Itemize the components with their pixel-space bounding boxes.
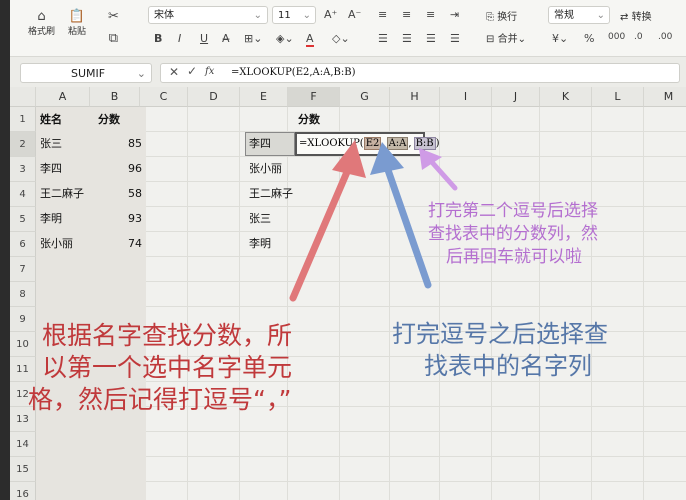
blue-arrow [370, 142, 432, 289]
blue-annotation: 打完逗号之后选择查 找表中的名字列 [392, 320, 608, 380]
spreadsheet-window: ⌂ 格式刷 📋 粘贴 ✂ ⧉ 宋体 ⌄ 11 ⌄ A⁺ A⁻ B I U A̶ … [10, 0, 686, 500]
purple-annotation: 打完第二个逗号后选择 查找表中的分数列，然 后再回车就可以啦 [428, 201, 598, 267]
red-arrow [289, 140, 366, 302]
red-annotation: 根据名字查找分数，所 以第一个选中名字单元 格，然后记得打逗号“，” [28, 321, 293, 414]
purple-arrow [419, 148, 458, 191]
